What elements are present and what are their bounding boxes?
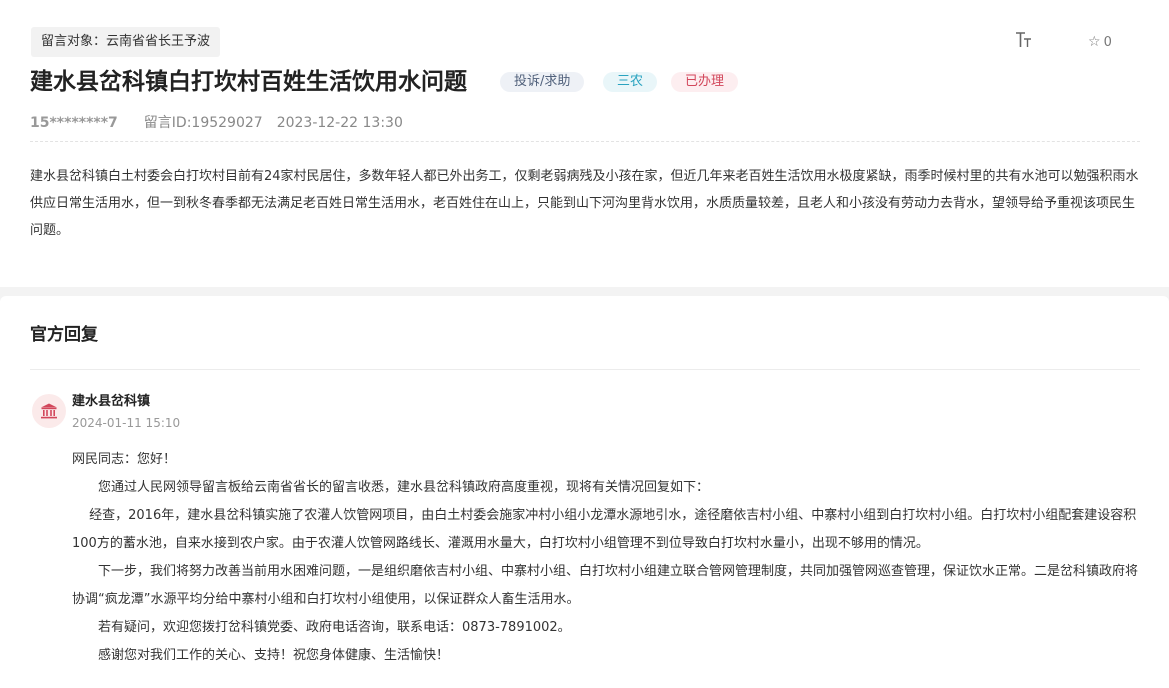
tag-agriculture[interactable]: 三农 — [603, 72, 658, 92]
favorite-count: 0 — [1103, 35, 1112, 50]
reply-paragraph: 感谢您对我们工作的关心、支持！祝您身体健康、生活愉快！ — [72, 648, 450, 663]
message-meta: 15********7 留言ID:19529027 2023-12-22 13:30 — [30, 113, 403, 133]
favorite-button[interactable]: ☆ 0 — [1088, 34, 1112, 51]
status-badge: 已办理 — [671, 72, 739, 92]
avatar — [32, 394, 66, 428]
star-icon: ☆ — [1088, 34, 1101, 50]
reply-paragraph: 经查，2016年，建水县岔科镇实施了农灌人饮管网项目，由白土村委会施家冲村小组小… — [72, 508, 1137, 551]
reply-paragraph: 若有疑问，欢迎您拨打岔科镇党委、政府电话咨询，联系电话：0873-7891002… — [72, 620, 571, 635]
message-datetime: 2023-12-22 13:30 — [276, 115, 403, 131]
user-id: 15********7 — [30, 115, 118, 131]
message-target-label: 留言对象：云南省省长王予波 — [31, 27, 221, 57]
reply-section-title: 官方回复 — [30, 325, 98, 345]
reply-content: 网民同志：您好！ 您通过人民网领导留言板给云南省省长的留言收悉，建水县岔科镇政府… — [72, 446, 1142, 670]
message-id: 留言ID:19529027 — [143, 115, 263, 131]
government-building-icon — [41, 403, 57, 419]
page-title: 建水县岔科镇白打坎村百姓生活饮用水问题 — [30, 69, 467, 95]
message-card: 留言对象：云南省省长王予波 ☆ 0 建水县岔科镇白打坎村百姓生活饮用水问题 投诉/… — [0, 0, 1169, 287]
reply-paragraph: 网民同志：您好！ — [72, 452, 177, 467]
reply-department: 建水县岔科镇 — [72, 394, 151, 409]
font-size-icon[interactable] — [1014, 30, 1038, 54]
reply-paragraph: 您通过人民网领导留言板给云南省省长的留言收悉，建水县岔科镇政府高度重视，现将有关… — [72, 480, 710, 495]
divider — [30, 369, 1140, 370]
tag-complaint[interactable]: 投诉/求助 — [500, 72, 585, 92]
divider — [30, 141, 1140, 142]
reply-datetime: 2024-01-11 15:10 — [72, 416, 181, 430]
reply-paragraph: 下一步，我们将努力改善当前用水困难问题，一是组织磨依吉村小组、中寨村小组、白打坎… — [72, 564, 1139, 607]
message-content: 建水县岔科镇白土村委会白打坎村目前有24家村民居住，多数年轻人都已外出务工，仅剩… — [30, 169, 1139, 238]
